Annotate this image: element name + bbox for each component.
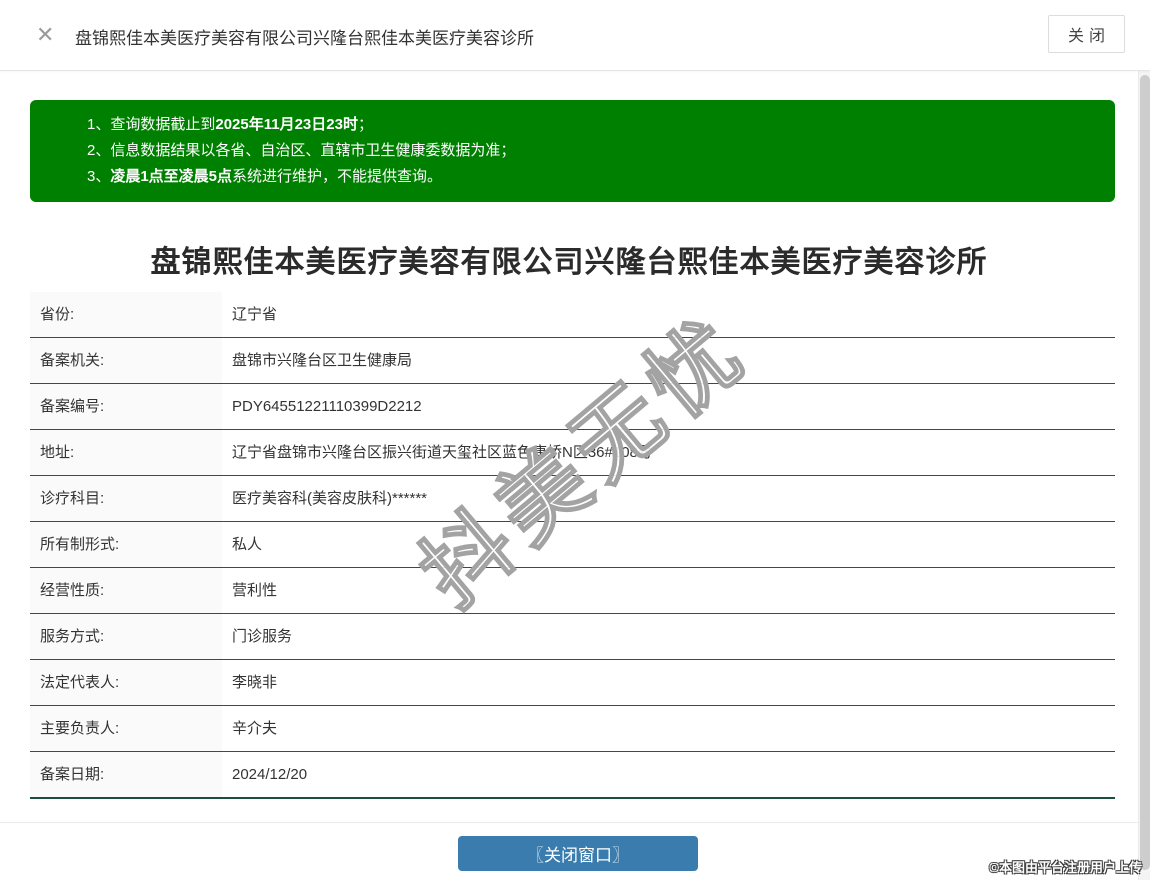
table-row: 诊疗科目: 医疗美容科(美容皮肤科)****** <box>30 476 1115 522</box>
scrollbar-track[interactable] <box>1138 71 1150 880</box>
row-label: 经营性质: <box>30 568 222 613</box>
row-label: 法定代表人: <box>30 660 222 705</box>
row-value: PDY64551221110399D2212 <box>232 398 422 415</box>
close-window-button[interactable]: 〖关闭窗口〗 <box>458 836 698 871</box>
table-row: 备案机关: 盘锦市兴隆台区卫生健康局 <box>30 338 1115 384</box>
notice-list: 1、查询数据截止到2025年11月23日23时； 2、信息数据结果以各省、自治区、… <box>87 112 1095 190</box>
row-value: 辛介夫 <box>232 720 278 737</box>
table-row: 备案日期: 2024/12/20 <box>30 752 1115 799</box>
row-label: 备案编号: <box>30 384 222 429</box>
table-row: 法定代表人: 李晓非 <box>30 660 1115 706</box>
notice-item: 2、信息数据结果以各省、自治区、直辖市卫生健康委数据为准； <box>87 142 516 159</box>
table-row: 省份: 辽宁省 <box>30 292 1115 338</box>
row-label: 主要负责人: <box>30 706 222 751</box>
close-button[interactable]: 关闭 <box>1048 15 1125 53</box>
row-value: 辽宁省盘锦市兴隆台区振兴街道天玺社区蓝色康桥N区36#108号 <box>232 444 653 461</box>
notice-item: 3、凌晨1点至凌晨5点系统进行维护，不能提供查询。 <box>87 168 443 185</box>
page-title: 盘锦熙佳本美医疗美容有限公司兴隆台熙佳本美医疗美容诊所 <box>150 246 988 279</box>
row-label: 备案日期: <box>30 752 222 797</box>
row-value: 辽宁省 <box>232 306 278 323</box>
table-row: 服务方式: 门诊服务 <box>30 614 1115 660</box>
row-label: 诊疗科目: <box>30 476 222 521</box>
scrollbar-thumb[interactable] <box>1140 75 1150 870</box>
top-bar: ✕ 盘锦熙佳本美医疗美容有限公司兴隆台熙佳本美医疗美容诊所 关闭 <box>0 0 1150 71</box>
row-label: 服务方式: <box>30 614 222 659</box>
footer-divider <box>0 822 1150 823</box>
row-value: 营利性 <box>232 582 278 599</box>
row-value: 盘锦市兴隆台区卫生健康局 <box>232 352 413 369</box>
notice-box: 1、查询数据截止到2025年11月23日23时； 2、信息数据结果以各省、自治区、… <box>30 100 1115 202</box>
table-row: 备案编号: PDY64551221110399D2212 <box>30 384 1115 430</box>
corner-watermark: ©本图由平台注册用户上传 <box>989 860 1142 875</box>
info-table: 省份: 辽宁省 备案机关: 盘锦市兴隆台区卫生健康局 备案编号: PDY645512211… <box>30 292 1115 799</box>
table-row: 主要负责人: 辛介夫 <box>30 706 1115 752</box>
row-value: 李晓非 <box>232 674 278 691</box>
row-value: 私人 <box>232 536 263 553</box>
row-value: 门诊服务 <box>232 628 293 645</box>
row-label: 地址: <box>30 430 222 475</box>
close-icon[interactable]: ✕ <box>36 22 54 48</box>
row-label: 所有制形式: <box>30 522 222 567</box>
window-title: 盘锦熙佳本美医疗美容有限公司兴隆台熙佳本美医疗美容诊所 <box>75 29 534 48</box>
row-label: 备案机关: <box>30 338 222 383</box>
row-value: 2024/12/20 <box>232 766 308 783</box>
row-value: 医疗美容科(美容皮肤科)****** <box>232 490 428 507</box>
table-row: 经营性质: 营利性 <box>30 568 1115 614</box>
row-label: 省份: <box>30 292 222 337</box>
table-row: 地址: 辽宁省盘锦市兴隆台区振兴街道天玺社区蓝色康桥N区36#108号 <box>30 430 1115 476</box>
notice-item: 1、查询数据截止到2025年11月23日23时； <box>87 116 373 133</box>
table-row: 所有制形式: 私人 <box>30 522 1115 568</box>
